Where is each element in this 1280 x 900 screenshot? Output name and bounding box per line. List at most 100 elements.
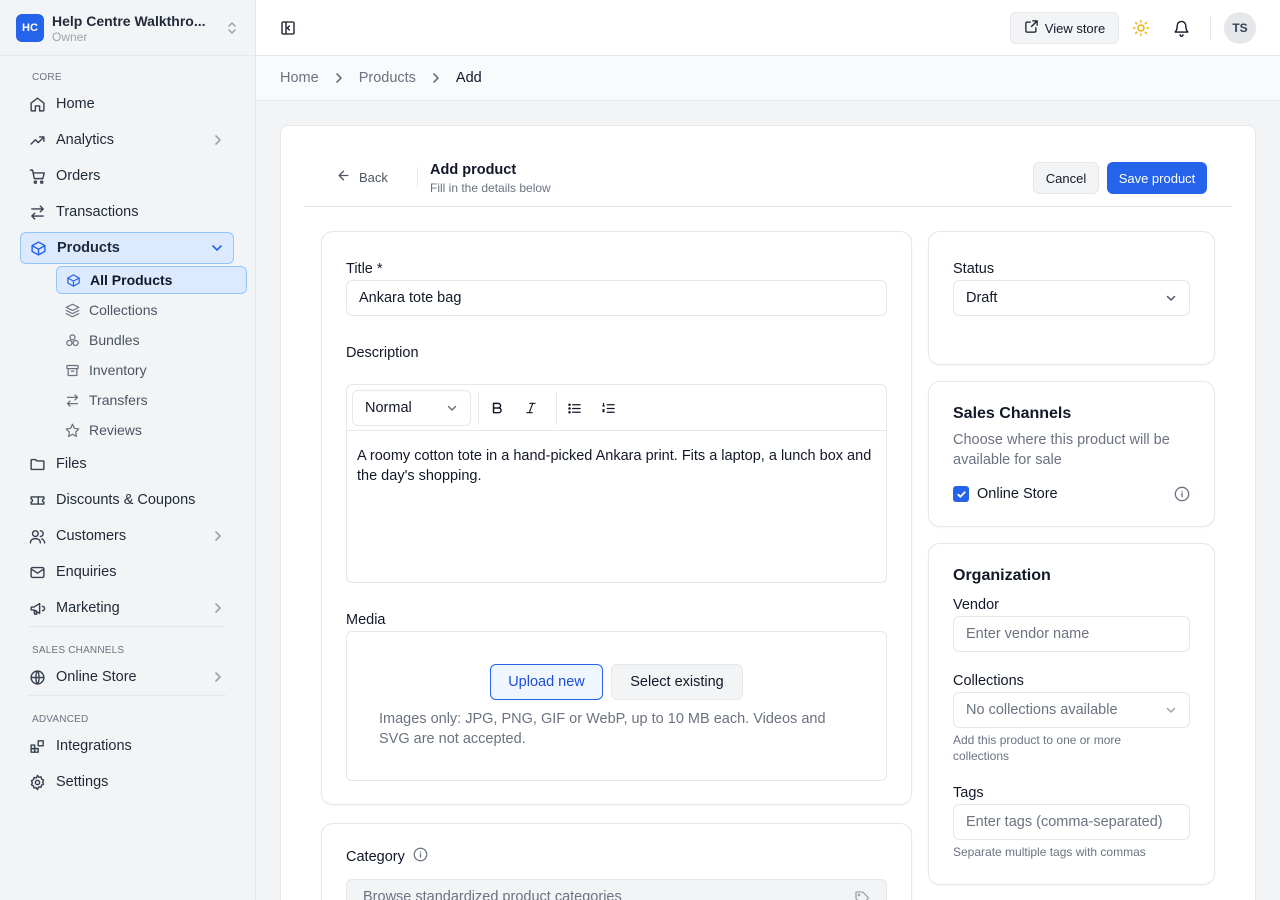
bell-icon[interactable] (1171, 18, 1191, 38)
sidebar-subitem-collections[interactable]: Collections (56, 296, 247, 324)
sidebar-item-transactions[interactable]: Transactions (20, 196, 234, 228)
sidebar-item-discounts[interactable]: Discounts & Coupons (20, 484, 234, 516)
online-store-label[interactable]: Online Store (977, 486, 1058, 502)
sidebar-item-home[interactable]: Home (20, 88, 234, 120)
back-button[interactable]: Back (336, 168, 388, 186)
tags-input[interactable]: Enter tags (comma-separated) (953, 804, 1190, 840)
sidebar-item-label: Integrations (56, 738, 132, 754)
sidebar-item-label: Marketing (56, 600, 120, 616)
text-style-select[interactable]: Normal (352, 390, 471, 426)
arrow-left-icon (336, 168, 351, 186)
breadcrumb-products[interactable]: Products (359, 70, 416, 86)
description-editor: Normal A roomy cotton tote in a hand-pic… (346, 384, 887, 583)
users-icon (28, 527, 46, 545)
category-placeholder: Browse standardized product categories (363, 889, 622, 900)
folder-icon (28, 455, 46, 473)
page-subtitle: Fill in the details below (430, 181, 551, 195)
sidebar-item-marketing[interactable]: Marketing (20, 592, 234, 624)
tags-help: Separate multiple tags with commas (953, 845, 1146, 859)
collections-select[interactable]: No collections available (953, 692, 1190, 728)
title-input[interactable]: Ankara tote bag (346, 280, 887, 316)
workspace-switcher[interactable]: HC Help Centre Walkthro... Owner (16, 8, 240, 48)
gear-icon (28, 773, 46, 791)
sidebar-item-online-store[interactable]: Online Store (20, 661, 234, 693)
ticket-icon (28, 491, 46, 509)
sales-channels-description: Choose where this product will be availa… (953, 432, 1170, 468)
view-store-button[interactable]: View store (1010, 12, 1119, 44)
workspace-logo: HC (16, 14, 44, 42)
collections-help: Add this product to one or more collecti… (953, 733, 1122, 763)
italic-icon[interactable] (521, 398, 541, 418)
sidebar-item-integrations[interactable]: Integrations (20, 730, 234, 762)
home-icon (28, 95, 46, 113)
sidebar-item-analytics[interactable]: Analytics (20, 124, 234, 156)
vendor-input[interactable]: Enter vendor name (953, 616, 1190, 652)
info-icon[interactable] (413, 847, 428, 866)
layers-icon (64, 302, 80, 318)
media-dropzone[interactable]: Upload new Select existing Images only: … (346, 631, 887, 781)
section-core: CORE (32, 72, 62, 83)
boxes-icon (64, 332, 80, 348)
description-text[interactable]: A roomy cotton tote in a hand-picked Ank… (357, 446, 877, 486)
sidebar-item-enquiries[interactable]: Enquiries (20, 556, 234, 588)
sidebar-item-orders[interactable]: Orders (20, 160, 234, 192)
workspace-role: Owner (52, 29, 88, 44)
sidebar-subitem-label: Bundles (89, 332, 140, 348)
top-bar: View store TS (256, 0, 1280, 56)
sidebar-toggle-icon[interactable] (278, 18, 298, 38)
external-link-icon (1024, 19, 1039, 37)
sidebar-item-products[interactable]: Products (20, 232, 234, 264)
cart-icon (28, 167, 46, 185)
status-select[interactable]: Draft (953, 280, 1190, 316)
tag-icon (854, 890, 870, 900)
sidebar-item-label: Settings (56, 774, 109, 790)
package-icon (29, 239, 47, 257)
online-store-checkbox[interactable] (953, 486, 969, 502)
numbered-list-icon[interactable] (598, 398, 618, 418)
breadcrumb: Home Products Add (256, 56, 1280, 101)
title-label: Title * (346, 261, 383, 277)
megaphone-icon (28, 599, 46, 617)
sidebar-subitem-transfers[interactable]: Transfers (56, 386, 247, 414)
info-icon[interactable] (1174, 486, 1190, 507)
bullet-list-icon[interactable] (564, 398, 584, 418)
workspace-name: Help Centre Walkthro... (52, 12, 206, 29)
bold-icon[interactable] (487, 398, 507, 418)
description-label: Description (346, 345, 419, 361)
editor-toolbar: Normal (347, 385, 886, 431)
chevron-down-icon (209, 244, 225, 252)
avatar[interactable]: TS (1224, 12, 1256, 44)
save-product-button[interactable]: Save product (1107, 162, 1207, 194)
sidebar-subitem-label: Transfers (89, 392, 148, 408)
sidebar-item-settings[interactable]: Settings (20, 766, 234, 798)
sidebar-subitem-inventory[interactable]: Inventory (56, 356, 247, 384)
chevron-right-icon (335, 72, 343, 84)
upload-new-button[interactable]: Upload new (490, 664, 603, 700)
chevron-right-icon (210, 602, 226, 614)
sidebar-item-label: Files (56, 456, 87, 472)
sidebar-subitem-bundles[interactable]: Bundles (56, 326, 247, 354)
arrows-left-right-icon (64, 392, 80, 408)
organization-title: Organization (953, 567, 1051, 584)
sidebar-item-customers[interactable]: Customers (20, 520, 234, 552)
media-hint: Images only: JPG, PNG, GIF or WebP, up t… (379, 711, 826, 747)
tags-label: Tags (953, 785, 984, 801)
sidebar-subitem-reviews[interactable]: Reviews (56, 416, 247, 444)
sun-icon[interactable] (1131, 18, 1151, 38)
breadcrumb-home[interactable]: Home (280, 70, 319, 86)
status-value: Draft (966, 290, 998, 306)
category-label: Category (346, 848, 405, 865)
category-input[interactable]: Browse standardized product categories (346, 879, 887, 900)
chevron-down-icon (1165, 704, 1177, 720)
package-icon (65, 272, 81, 288)
select-existing-button[interactable]: Select existing (611, 664, 743, 700)
sidebar-item-label: Discounts & Coupons (56, 492, 196, 508)
media-label: Media (346, 612, 386, 628)
sidebar-subitem-label: Reviews (89, 422, 142, 438)
sidebar-item-label: Products (57, 240, 120, 256)
cancel-button[interactable]: Cancel (1033, 162, 1099, 194)
sidebar-subitem-label: All Products (90, 272, 173, 288)
sidebar-item-label: Customers (56, 528, 127, 544)
sidebar-item-files[interactable]: Files (20, 448, 234, 480)
sidebar-subitem-all-products[interactable]: All Products (56, 266, 247, 294)
